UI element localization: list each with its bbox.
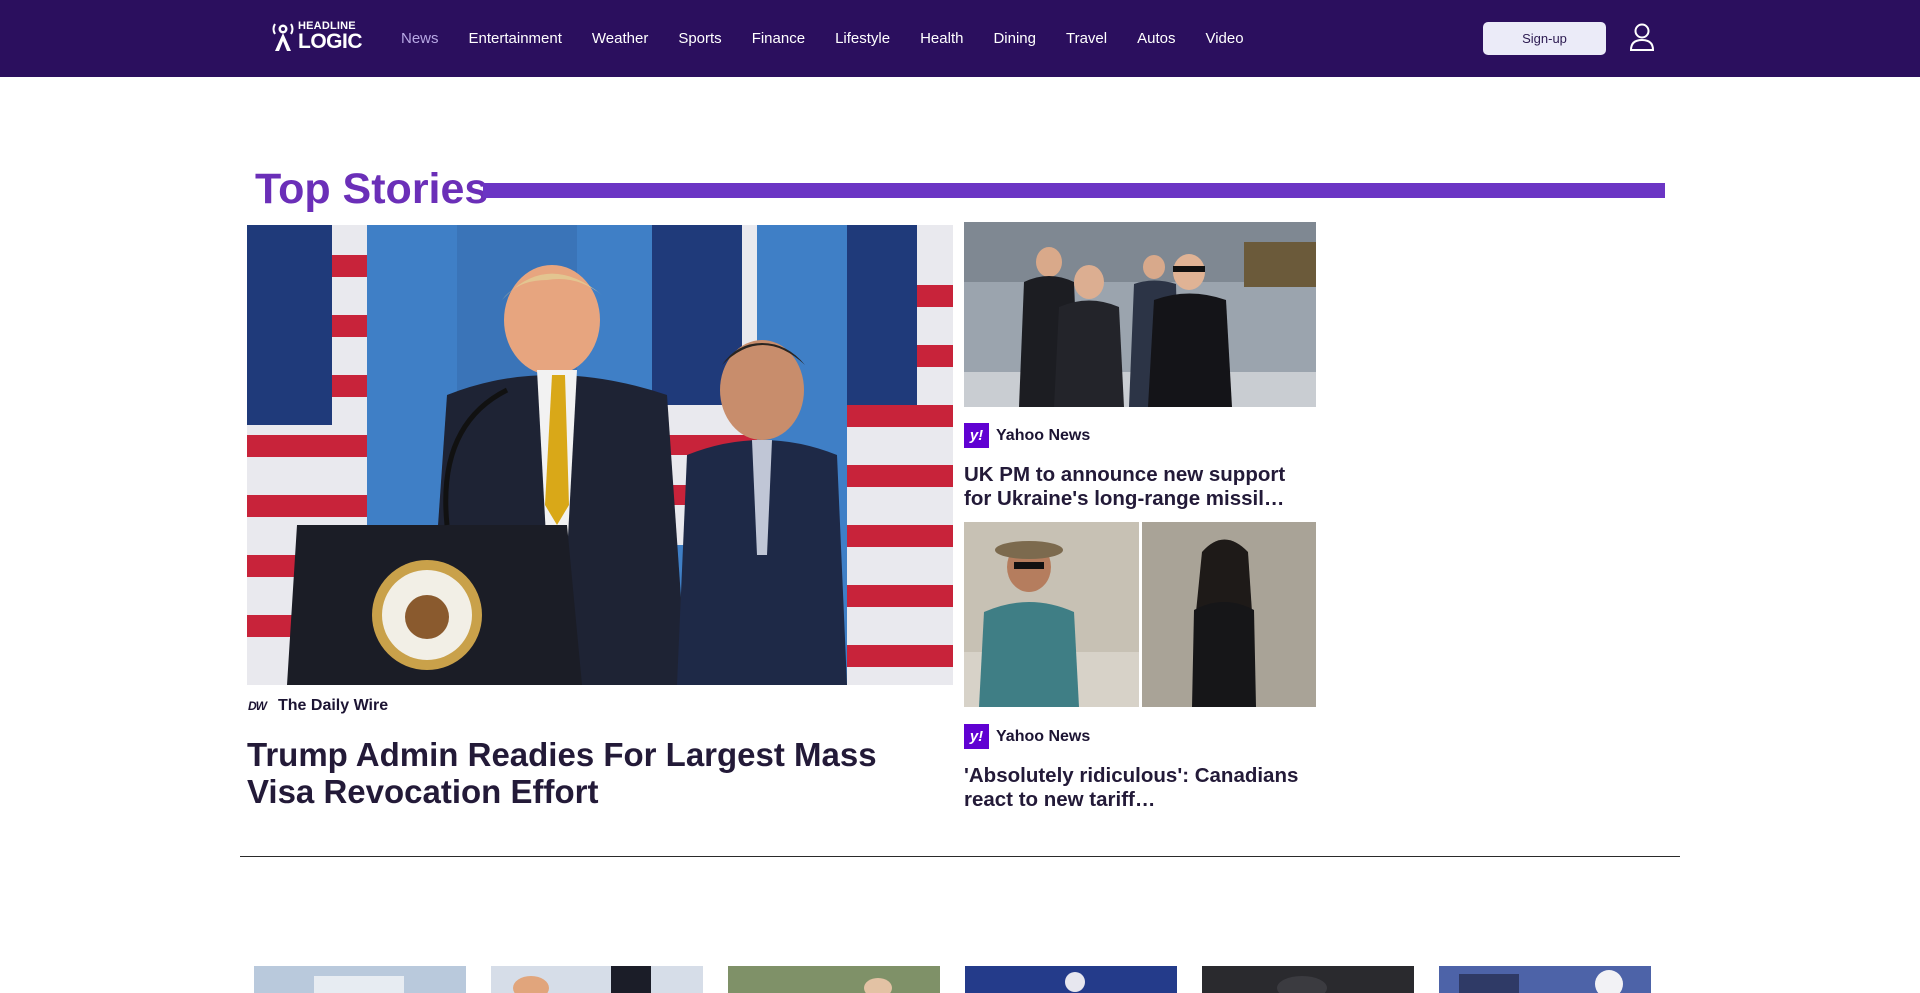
side-story-1-source[interactable]: y! Yahoo News: [964, 423, 1090, 448]
source-name: Yahoo News: [996, 426, 1091, 444]
main-story-headline[interactable]: Trump Admin Readies For Largest Mass Vis…: [247, 736, 927, 810]
thumbnail-6[interactable]: [1439, 966, 1651, 993]
section-title: Top Stories: [255, 165, 489, 213]
side-story-1-headline[interactable]: UK PM to announce new support for Ukrain…: [964, 463, 1316, 511]
thumbnail-4[interactable]: [965, 966, 1177, 993]
nav-link-news[interactable]: News: [401, 30, 439, 47]
main-story-source[interactable]: DW The Daily Wire: [248, 697, 388, 715]
user-icon[interactable]: [1629, 23, 1655, 51]
yahoo-logo: y!: [964, 423, 989, 448]
nav-link-sports[interactable]: Sports: [678, 30, 721, 47]
side-story-2-source[interactable]: y! Yahoo News: [964, 724, 1090, 749]
section-divider: [240, 856, 1680, 857]
source-name: Yahoo News: [996, 727, 1091, 745]
nav-link-dining[interactable]: Dining: [993, 30, 1036, 47]
yahoo-logo: y!: [964, 724, 989, 749]
radio-tower-icon: [272, 23, 294, 51]
thumbnail-row: [254, 966, 1654, 993]
section-title-rule: [483, 183, 1665, 198]
nav-link-finance[interactable]: Finance: [752, 30, 805, 47]
logo-text-bottom: LOGIC: [298, 30, 363, 53]
nav-link-weather[interactable]: Weather: [592, 30, 648, 47]
side-story-2-image[interactable]: [964, 522, 1316, 707]
nav-link-entertainment[interactable]: Entertainment: [469, 30, 562, 47]
thumbnail-5[interactable]: [1202, 966, 1414, 993]
headline-logic-logo[interactable]: HEADLINE LOGIC: [272, 20, 363, 53]
thumbnail-3[interactable]: [728, 966, 940, 993]
side-story-2-headline[interactable]: 'Absolutely ridiculous': Canadians react…: [964, 764, 1316, 812]
nav-link-health[interactable]: Health: [920, 30, 963, 47]
nav-link-travel[interactable]: Travel: [1066, 30, 1107, 47]
main-nav: News Entertainment Weather Sports Financ…: [401, 0, 1274, 77]
nav-link-video[interactable]: Video: [1205, 30, 1243, 47]
side-story-1-image[interactable]: [964, 222, 1316, 407]
main-story-image[interactable]: [247, 225, 953, 685]
thumbnail-2[interactable]: [491, 966, 703, 993]
nav-link-autos[interactable]: Autos: [1137, 30, 1175, 47]
top-navigation-bar: HEADLINE LOGIC News Entertainment Weathe…: [0, 0, 1920, 77]
source-name: The Daily Wire: [278, 697, 389, 714]
daily-wire-logo: DW: [248, 699, 267, 713]
nav-link-lifestyle[interactable]: Lifestyle: [835, 30, 890, 47]
sign-up-button[interactable]: Sign-up: [1483, 22, 1606, 55]
thumbnail-1[interactable]: [254, 966, 466, 993]
